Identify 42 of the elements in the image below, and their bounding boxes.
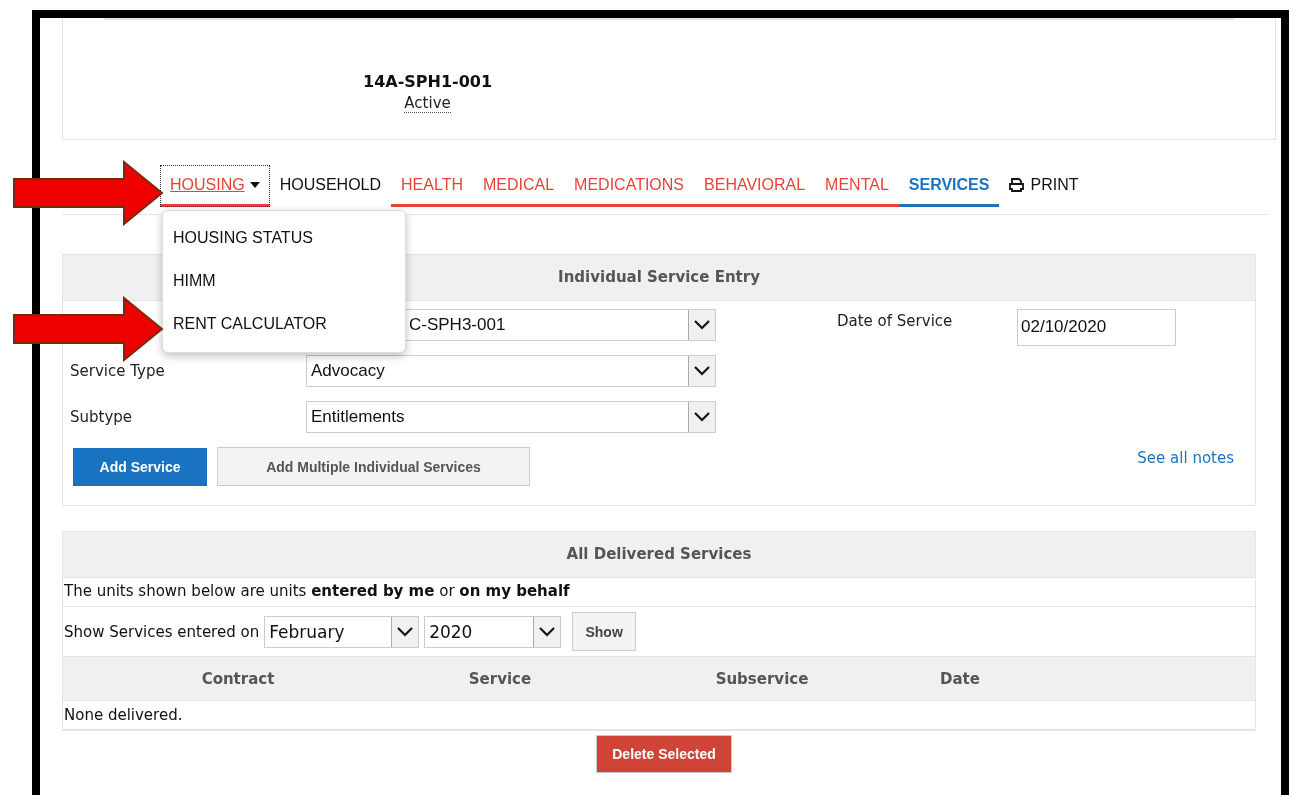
dropdown-tab[interactable]: HOUSING: [160, 165, 270, 207]
nav-tab[interactable]: MENTAL: [815, 165, 899, 207]
show-button[interactable]: Show: [572, 612, 637, 651]
pointer-arrow-icon: [12, 160, 164, 226]
printer-icon: [1009, 177, 1025, 192]
notes-link[interactable]: See all notes: [1137, 448, 1234, 467]
empty-message: None delivered.: [63, 701, 1255, 730]
date-field[interactable]: 02/10/2020: [1017, 309, 1176, 346]
nav-tab[interactable]: BEHAVIORAL: [694, 165, 816, 207]
chevron-down-icon: [397, 626, 414, 637]
field-label: Subtype: [70, 408, 134, 426]
nav-tab[interactable]: HOUSEHOLD: [269, 165, 392, 207]
nav-tab[interactable]: SERVICES: [898, 165, 1000, 207]
chevron-down-icon: [694, 412, 710, 422]
print-link[interactable]: PRINT: [999, 165, 1089, 207]
menu-item[interactable]: HIMM: [163, 260, 405, 303]
add-multiple-button[interactable]: Add Multiple Individual Services: [217, 447, 530, 486]
nav-tab[interactable]: HEALTH: [391, 165, 473, 207]
field-label: Service Type: [70, 362, 166, 380]
delete-selected-button[interactable]: Delete Selected: [596, 735, 732, 773]
nav-tab[interactable]: MEDICATIONS: [564, 165, 695, 207]
chevron-down-icon: [694, 366, 710, 376]
client-status: Active: [404, 94, 451, 113]
column-header: Date: [939, 669, 981, 688]
client-id: 14A-SPH1-001: [363, 72, 493, 91]
filter-label: Show Services entered on: [64, 622, 260, 641]
year-select[interactable]: 2020: [424, 615, 562, 648]
panel-header: All Delivered Services: [63, 532, 1255, 578]
column-header: Contract: [200, 669, 276, 688]
chevron-down-icon: [539, 626, 556, 637]
field-label: Date of Service: [837, 312, 954, 330]
units-note: The units shown below are units entered by me or on my behalf: [63, 578, 1255, 607]
select-field[interactable]: Entitlements: [306, 401, 716, 433]
column-header: Subservice: [714, 669, 810, 688]
add-service-button[interactable]: Add Service: [73, 447, 207, 486]
caret-icon: [249, 181, 260, 188]
pointer-arrow-icon: [12, 296, 164, 362]
month-select[interactable]: February: [264, 615, 420, 648]
chevron-down-icon: [694, 320, 710, 330]
nav-tab[interactable]: MEDICAL: [472, 165, 565, 207]
column-header: Service: [467, 669, 533, 688]
select-field[interactable]: Advocacy: [306, 355, 716, 387]
